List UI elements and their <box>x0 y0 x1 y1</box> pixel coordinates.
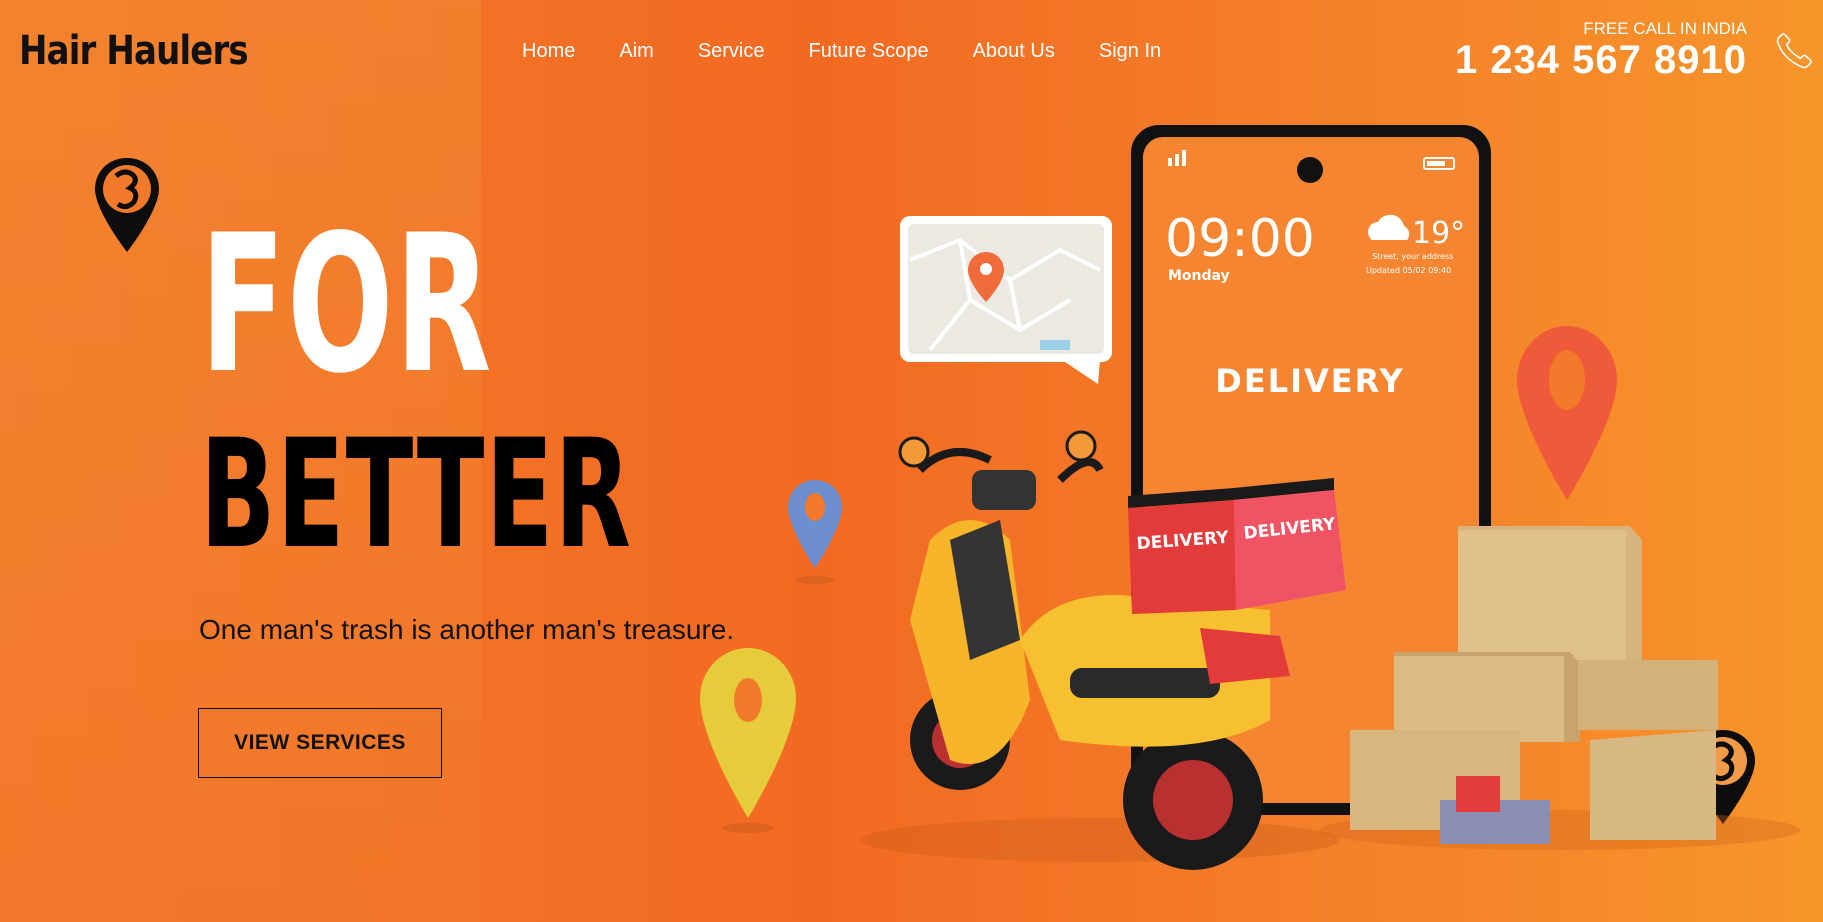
phone-updated: Updated 05/02 09:40 <box>1366 266 1451 275</box>
phone-day: Monday <box>1168 268 1230 284</box>
map-bubble-icon <box>900 216 1112 384</box>
delivery-illustration: 09:00 Monday 19° Street, your address Up… <box>700 125 1800 870</box>
blue-location-pin-icon <box>788 480 842 584</box>
delivery-box-illustration: DELIVERY DELIVERY <box>1128 478 1346 614</box>
phone-delivery-label: DELIVERY <box>1215 362 1404 400</box>
phone-time: 09:00 <box>1165 209 1315 269</box>
yellow-location-pin-icon <box>700 648 796 833</box>
red-location-pin-icon <box>1517 326 1617 500</box>
phone-address: Street, your address <box>1372 252 1453 261</box>
phone-temperature: 19° <box>1412 216 1465 251</box>
